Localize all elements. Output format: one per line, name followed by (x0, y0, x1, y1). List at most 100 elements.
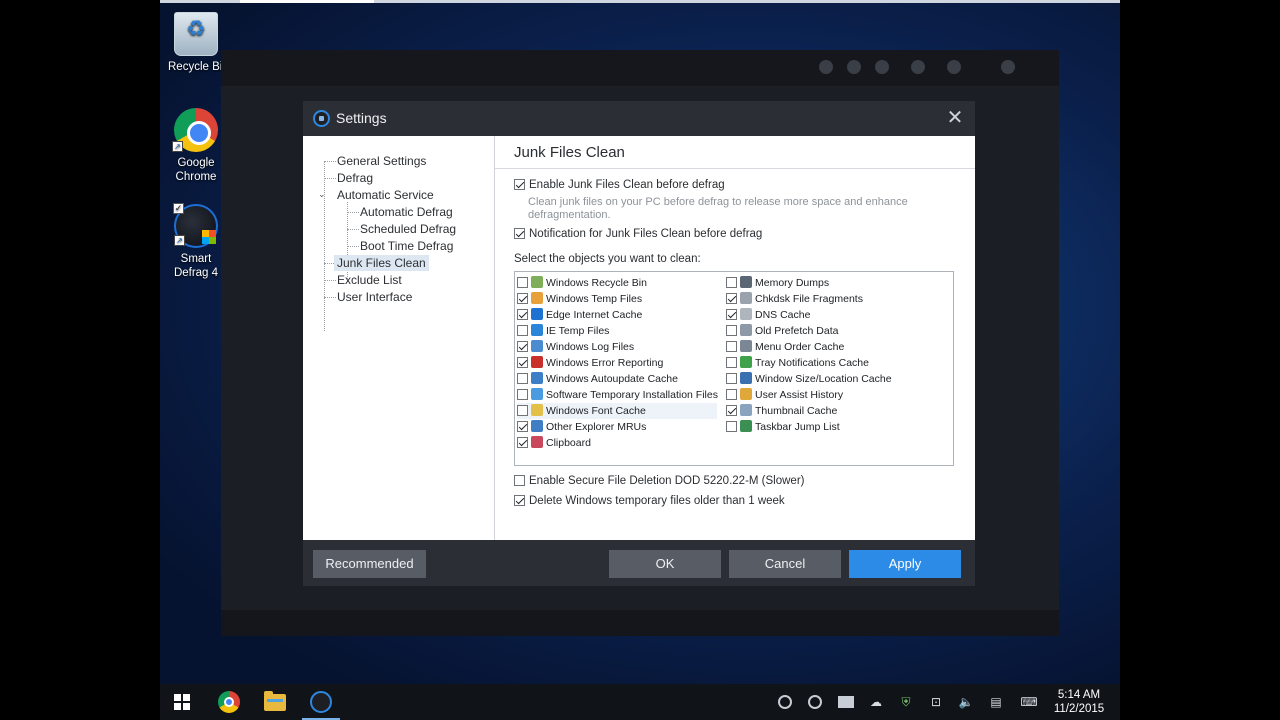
object-item[interactable]: Clipboard (517, 435, 591, 451)
recycle-bin-icon (531, 276, 543, 288)
memory-icon (740, 276, 752, 288)
object-label: Windows Error Reporting (546, 357, 664, 369)
secure-deletion-option[interactable]: Enable Secure File Deletion DOD 5220.22-… (514, 475, 804, 487)
object-item[interactable]: Chkdsk File Fragments (726, 291, 863, 307)
older-than-week-option[interactable]: Delete Windows temporary files older tha… (514, 495, 785, 507)
panel-divider (495, 168, 975, 169)
tray-app-icon[interactable] (778, 695, 792, 709)
keyboard-icon[interactable]: ⌨ (1018, 694, 1040, 710)
object-checkbox[interactable] (517, 373, 528, 384)
ok-button[interactable]: OK (609, 550, 721, 578)
dialog-title: Settings (336, 110, 387, 126)
object-checkbox[interactable] (517, 437, 528, 448)
nav-item-defrag[interactable]: Defrag (337, 170, 373, 186)
taskbar-chrome-icon[interactable] (218, 691, 240, 713)
object-checkbox[interactable] (517, 293, 528, 304)
dialog-content: ⌄ General Settings Defrag Automatic Serv… (303, 136, 975, 540)
enable-junk-clean-option[interactable]: Enable Junk Files Clean before defrag (514, 179, 725, 191)
chevron-down-icon[interactable]: ⌄ (318, 189, 326, 200)
object-label: Memory Dumps (755, 277, 830, 289)
cancel-button[interactable]: Cancel (729, 550, 841, 578)
object-checkbox[interactable] (726, 389, 737, 400)
notification-checkbox[interactable] (514, 228, 525, 239)
cloud-icon[interactable]: ☁ (868, 694, 884, 710)
object-item[interactable]: Windows Autoupdate Cache (517, 371, 678, 387)
object-item[interactable]: Thumbnail Cache (726, 403, 837, 419)
object-item[interactable]: User Assist History (726, 387, 843, 403)
nav-item-user-interface[interactable]: User Interface (337, 289, 412, 305)
object-item[interactable]: Windows Recycle Bin (517, 275, 647, 291)
object-item[interactable]: Software Temporary Installation Files (517, 387, 718, 403)
object-checkbox[interactable] (517, 277, 528, 288)
object-checkbox[interactable] (726, 357, 737, 368)
object-item[interactable]: DNS Cache (726, 307, 810, 323)
object-item[interactable]: Windows Font Cache (517, 403, 717, 419)
tray-app-icon[interactable] (808, 695, 822, 709)
notification-option[interactable]: Notification for Junk Files Clean before… (514, 228, 762, 240)
object-checkbox[interactable] (726, 309, 737, 320)
nav-item-boot-time-defrag[interactable]: Boot Time Defrag (360, 238, 453, 254)
object-item[interactable]: Other Explorer MRUs (517, 419, 646, 435)
object-label: Thumbnail Cache (755, 405, 838, 417)
object-item[interactable]: IE Temp Files (517, 323, 609, 339)
object-checkbox[interactable] (517, 309, 528, 320)
object-item[interactable]: Windows Temp Files (517, 291, 642, 307)
object-item[interactable]: Windows Error Reporting (517, 355, 663, 371)
object-checkbox[interactable] (726, 341, 737, 352)
object-label: Tray Notifications Cache (755, 357, 869, 369)
object-checkbox[interactable] (726, 293, 737, 304)
nav-item-exclude-list[interactable]: Exclude List (337, 272, 402, 288)
nav-item-automatic-defrag[interactable]: Automatic Defrag (360, 204, 453, 220)
security-icon[interactable]: ⛨ (898, 694, 914, 710)
taskbar-smart-defrag-icon[interactable] (310, 691, 332, 713)
network-icon[interactable]: ⊡ (928, 694, 944, 710)
clock-time: 5:14 AM (1057, 689, 1101, 701)
clock[interactable]: 5:14 AM 11/2/2015 (1051, 688, 1107, 716)
shortcut-arrow-icon: ↗ (172, 141, 183, 152)
object-checkbox[interactable] (517, 405, 528, 416)
object-checkbox[interactable] (517, 341, 528, 352)
object-item[interactable]: Old Prefetch Data (726, 323, 838, 339)
user-icon (740, 388, 752, 400)
tree-line (324, 161, 325, 331)
object-label: Windows Autoupdate Cache (546, 373, 678, 385)
windows-start-icon[interactable] (174, 694, 190, 710)
action-center-icon[interactable]: ▤ (988, 694, 1004, 710)
log-file-icon (531, 340, 543, 352)
nav-item-scheduled-defrag[interactable]: Scheduled Defrag (360, 221, 456, 237)
recommended-button[interactable]: Recommended (313, 550, 426, 578)
nav-item-automatic-service[interactable]: Automatic Service (337, 187, 434, 203)
desktop-icon-label: Smart Defrag 4 (173, 253, 219, 279)
clock-date: 11/2/2015 (1053, 703, 1105, 715)
object-checkbox[interactable] (726, 405, 737, 416)
secure-deletion-checkbox[interactable] (514, 475, 525, 486)
object-label: Windows Recycle Bin (546, 277, 647, 289)
object-item[interactable]: Edge Internet Cache (517, 307, 642, 323)
object-item[interactable]: Tray Notifications Cache (726, 355, 869, 371)
object-label: Chkdsk File Fragments (755, 293, 863, 305)
tray-vm-icon[interactable] (838, 696, 854, 708)
object-checkbox[interactable] (517, 325, 528, 336)
object-checkbox[interactable] (726, 373, 737, 384)
object-item[interactable]: Memory Dumps (726, 275, 829, 291)
object-item[interactable]: Taskbar Jump List (726, 419, 840, 435)
object-item[interactable]: Window Size/Location Cache (726, 371, 892, 387)
apply-button[interactable]: Apply (849, 550, 961, 578)
object-checkbox[interactable] (726, 421, 737, 432)
object-checkbox[interactable] (517, 421, 528, 432)
tree-connector (347, 229, 359, 230)
object-item[interactable]: Windows Log Files (517, 339, 634, 355)
nav-item-junk-files-clean[interactable]: Junk Files Clean (334, 255, 429, 271)
enable-junk-clean-checkbox[interactable] (514, 179, 525, 190)
object-checkbox[interactable] (726, 325, 737, 336)
taskbar-file-explorer-icon[interactable] (264, 691, 286, 711)
secure-deletion-label: Enable Secure File Deletion DOD 5220.22-… (529, 475, 805, 487)
object-checkbox[interactable] (726, 277, 737, 288)
object-checkbox[interactable] (517, 357, 528, 368)
close-button[interactable]: ✕ (943, 107, 967, 131)
volume-icon[interactable]: 🔈 (958, 694, 974, 710)
older-than-week-checkbox[interactable] (514, 495, 525, 506)
object-checkbox[interactable] (517, 389, 528, 400)
nav-item-general-settings[interactable]: General Settings (337, 153, 426, 169)
object-item[interactable]: Menu Order Cache (726, 339, 844, 355)
